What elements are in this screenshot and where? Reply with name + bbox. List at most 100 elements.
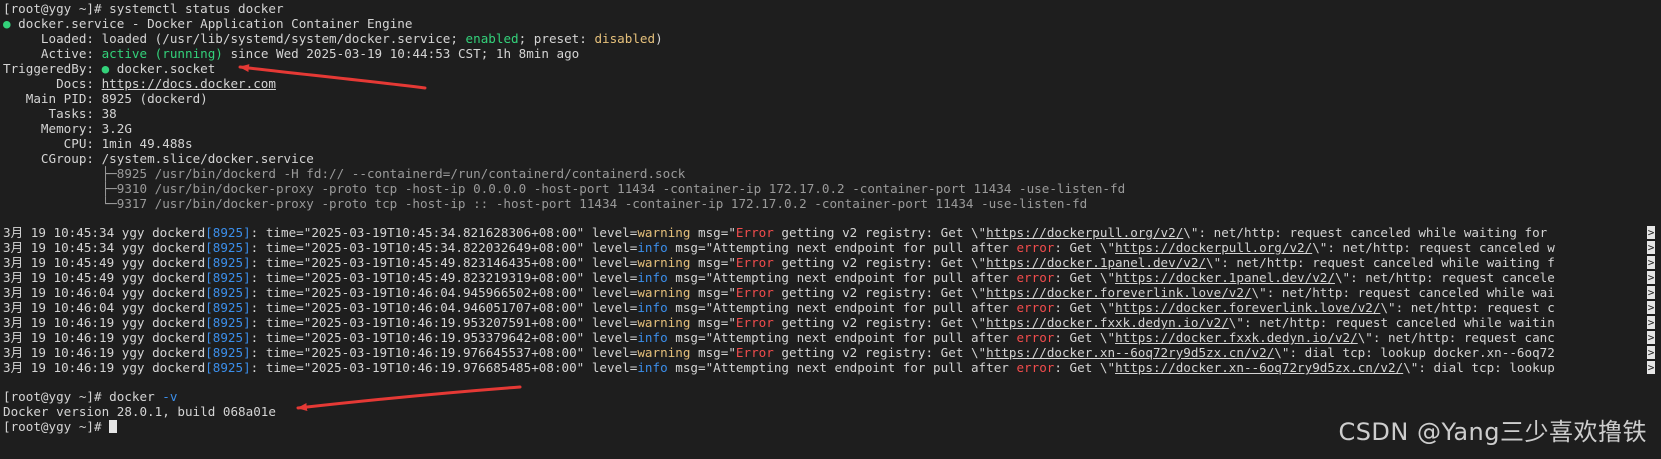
- truncation-marker: >: [1647, 316, 1655, 329]
- log-error-word: Error: [735, 345, 774, 360]
- cgroup-value: /system.slice/docker.service: [101, 151, 314, 166]
- command-flag: -v: [162, 389, 178, 404]
- log-msg: msg=": [690, 315, 736, 330]
- log-tail: getting v2 registry: Get \": [773, 225, 987, 240]
- active-since: since Wed 2025-03-19 10:44:53 CST; 1h 8m…: [222, 46, 580, 61]
- log-msg: msg="Attempting next endpoint for pull a…: [667, 360, 1017, 375]
- memory-label: Memory:: [3, 121, 102, 136]
- log-pid: [8925]: [205, 285, 251, 300]
- log-line: 3月 19 10:45:34 ygy dockerd[8925]: time="…: [3, 225, 1661, 240]
- log-error-word: Error: [735, 315, 774, 330]
- command-text: docker: [109, 389, 163, 404]
- log-level: info: [637, 360, 668, 375]
- log-tail: getting v2 registry: Get \": [773, 315, 987, 330]
- log-line: 3月 19 10:46:19 ygy dockerd[8925]: time="…: [3, 315, 1661, 330]
- log-rest: \": net/http: request canceled while wai…: [1228, 315, 1555, 330]
- log-time: : time="2025-03-19T10:45:49.823146435+08…: [250, 255, 638, 270]
- log-url[interactable]: https://docker.1panel.dev/v2/: [986, 255, 1206, 270]
- log-msg: msg=": [690, 285, 736, 300]
- log-rest: \": net/http: request canceled while wai…: [1183, 225, 1555, 240]
- log-tail: : Get \": [1054, 360, 1116, 375]
- active-label: Active:: [3, 46, 102, 61]
- triggered-value: docker.socket: [109, 61, 216, 76]
- log-url[interactable]: https://docker.fxxk.dedyn.io/v2/: [986, 315, 1229, 330]
- prompt-line-1: [root@ygy ~]# systemctl status docker: [3, 1, 1661, 16]
- truncation-marker: >: [1647, 226, 1655, 239]
- log-pid: [8925]: [205, 255, 251, 270]
- log-prefix: 3月 19 10:45:49 ygy dockerd: [3, 255, 206, 270]
- truncation-marker: >: [1647, 241, 1655, 254]
- log-url[interactable]: https://docker.xn--6oq72ry9d5zx.cn/v2/: [1115, 360, 1403, 375]
- log-url[interactable]: https://docker.xn--6oq72ry9d5zx.cn/v2/: [986, 345, 1274, 360]
- truncation-marker: >: [1647, 301, 1655, 314]
- log-time: : time="2025-03-19T10:45:49.823219319+08…: [250, 270, 638, 285]
- cgroup-line: CGroup: /system.slice/docker.service: [3, 151, 1661, 166]
- log-line: 3月 19 10:46:04 ygy dockerd[8925]: time="…: [3, 300, 1661, 315]
- log-level: warning: [637, 285, 691, 300]
- log-url[interactable]: https://docker.foreverlink.love/v2/: [1115, 300, 1380, 315]
- log-prefix: 3月 19 10:46:04 ygy dockerd: [3, 300, 206, 315]
- log-prefix: 3月 19 10:46:19 ygy dockerd: [3, 330, 206, 345]
- log-error-word: error: [1016, 240, 1055, 255]
- log-time: : time="2025-03-19T10:46:04.946051707+08…: [250, 300, 638, 315]
- log-error-word: Error: [735, 255, 774, 270]
- log-error-word: error: [1016, 330, 1055, 345]
- log-msg: msg=": [690, 255, 736, 270]
- log-tail: getting v2 registry: Get \": [773, 255, 987, 270]
- log-pid: [8925]: [205, 345, 251, 360]
- tasks-label: Tasks:: [3, 106, 102, 121]
- docs-link[interactable]: https://docs.docker.com: [102, 76, 276, 91]
- docs-label: Docs:: [3, 76, 102, 91]
- log-pid: [8925]: [205, 225, 251, 240]
- memory-line: Memory: 3.2G: [3, 121, 1661, 136]
- log-msg: msg="Attempting next endpoint for pull a…: [667, 300, 1017, 315]
- cpu-label: CPU:: [3, 136, 102, 151]
- log-url[interactable]: https://docker.foreverlink.love/v2/: [986, 285, 1251, 300]
- truncation-marker: >: [1647, 256, 1655, 269]
- log-time: : time="2025-03-19T10:45:34.821628306+08…: [250, 225, 638, 240]
- memory-value: 3.2G: [101, 121, 132, 136]
- log-line: 3月 19 10:45:49 ygy dockerd[8925]: time="…: [3, 255, 1661, 270]
- loaded-line: Loaded: loaded (/usr/lib/systemd/system/…: [3, 31, 1661, 46]
- log-url[interactable]: https://dockerpull.org/v2/: [986, 225, 1183, 240]
- log-time: : time="2025-03-19T10:46:19.976645537+08…: [250, 345, 638, 360]
- text-cursor: [109, 420, 118, 433]
- cgroup-process: └─9317 /usr/bin/docker-proxy -proto tcp …: [3, 196, 1088, 211]
- pid-label: Main PID:: [3, 91, 102, 106]
- truncation-marker: >: [1647, 331, 1655, 344]
- cgroup-process: ├─9310 /usr/bin/docker-proxy -proto tcp …: [3, 181, 1126, 196]
- preset-label: ; preset:: [518, 31, 595, 46]
- log-time: : time="2025-03-19T10:46:19.953379642+08…: [250, 330, 638, 345]
- watermark: CSDN @Yang三少喜欢撸铁: [1338, 418, 1647, 446]
- log-pid: [8925]: [205, 360, 251, 375]
- main-pid-line: Main PID: 8925 (dockerd): [3, 91, 1661, 106]
- log-time: : time="2025-03-19T10:46:19.976685485+08…: [250, 360, 638, 375]
- log-tail: : Get \": [1054, 240, 1116, 255]
- log-line: 3月 19 10:46:19 ygy dockerd[8925]: time="…: [3, 360, 1661, 375]
- log-url[interactable]: https://docker.fxxk.dedyn.io/v2/: [1115, 330, 1358, 345]
- log-rest: \": dial tcp: lookup docker.xn--6oq72: [1274, 345, 1555, 360]
- log-level: info: [637, 240, 668, 255]
- log-url[interactable]: https://dockerpull.org/v2/: [1115, 240, 1312, 255]
- log-pid: [8925]: [205, 270, 251, 285]
- loaded-text: loaded (/usr/lib/systemd/system/docker.s…: [101, 31, 466, 46]
- log-pid: [8925]: [205, 300, 251, 315]
- log-line: 3月 19 10:45:49 ygy dockerd[8925]: time="…: [3, 270, 1661, 285]
- truncation-marker: >: [1647, 271, 1655, 284]
- log-prefix: 3月 19 10:45:34 ygy dockerd: [3, 240, 206, 255]
- loaded-close: ): [655, 31, 663, 46]
- terminal-window[interactable]: [root@ygy ~]# systemctl status docker ● …: [3, 1, 1661, 459]
- truncation-marker: >: [1647, 361, 1655, 374]
- log-prefix: 3月 19 10:46:19 ygy dockerd: [3, 360, 206, 375]
- log-level: warning: [637, 345, 691, 360]
- log-time: : time="2025-03-19T10:46:19.953207591+08…: [250, 315, 638, 330]
- log-time: : time="2025-03-19T10:46:04.945966502+08…: [250, 285, 638, 300]
- log-level: info: [637, 330, 668, 345]
- log-url[interactable]: https://docker.1panel.dev/v2/: [1115, 270, 1335, 285]
- log-pid: [8925]: [205, 240, 251, 255]
- pid-value: 8925 (dockerd): [101, 91, 208, 106]
- cpu-line: CPU: 1min 49.488s: [3, 136, 1661, 151]
- loaded-label: Loaded:: [3, 31, 102, 46]
